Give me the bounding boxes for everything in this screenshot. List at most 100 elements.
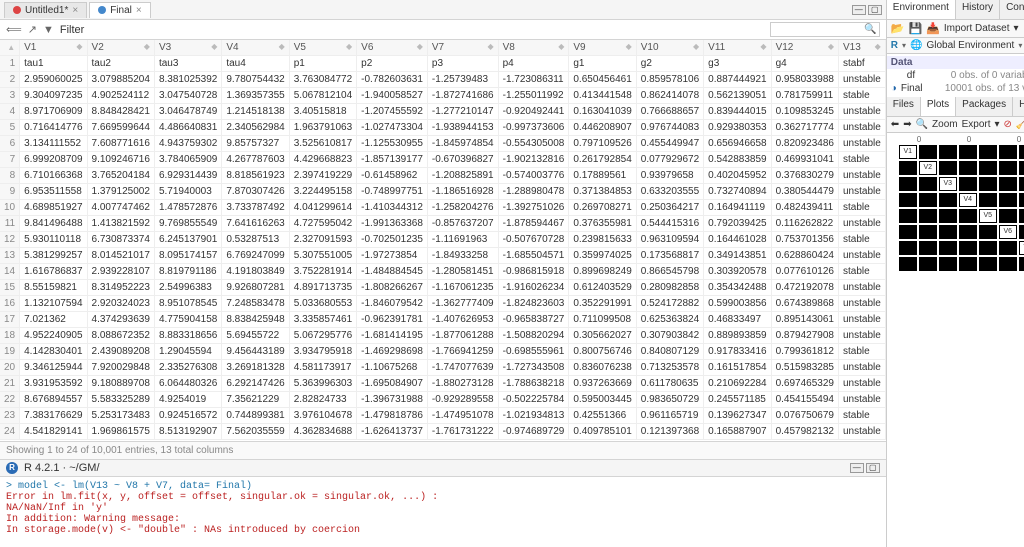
cell[interactable]: -1.508820294	[498, 328, 569, 344]
cell[interactable]: -1.685504571	[498, 248, 569, 264]
cell[interactable]: 6.710166368	[20, 168, 87, 184]
cell[interactable]: 0.889893859	[704, 328, 771, 344]
cell[interactable]: unstable	[838, 72, 885, 88]
cell[interactable]: 0.732740894	[704, 184, 771, 200]
column-header[interactable]: V6 ◆	[357, 40, 428, 56]
cell[interactable]: g4	[771, 56, 838, 72]
cell[interactable]: 4.689851927	[20, 200, 87, 216]
table-row[interactable]: 237.3831766295.2531734830.9245165720.744…	[0, 408, 885, 424]
cell[interactable]: 0.161517854	[704, 360, 771, 376]
column-header[interactable]: V13 ◆	[838, 40, 885, 56]
cell[interactable]: 3.765204184	[87, 168, 154, 184]
cell[interactable]: g1	[569, 56, 636, 72]
cell[interactable]: -0.929289558	[427, 392, 498, 408]
cell[interactable]: 0.239815633	[569, 232, 636, 248]
cell[interactable]: 6.769247099	[222, 248, 289, 264]
cell[interactable]: -1.97273854	[357, 248, 428, 264]
cell[interactable]: 0.839444015	[704, 104, 771, 120]
cell[interactable]: 0.164461028	[704, 232, 771, 248]
cell[interactable]: -0.974689729	[498, 424, 569, 440]
cell[interactable]: 5.930110118	[20, 232, 87, 248]
cell[interactable]: 6.064480326	[154, 376, 221, 392]
import-icon[interactable]: 📥	[926, 22, 940, 35]
cell[interactable]: 0.595003445	[569, 392, 636, 408]
cell[interactable]: -1.484884545	[357, 264, 428, 280]
plots-tab[interactable]: Files	[887, 97, 921, 116]
cell[interactable]: 0.544415316	[636, 216, 703, 232]
zoom-icon[interactable]: 🔍	[916, 119, 928, 130]
env-tab[interactable]: Connections	[1000, 0, 1024, 19]
cell[interactable]: 2.439089208	[87, 344, 154, 360]
cell[interactable]: 8.381025392	[154, 72, 221, 88]
column-header[interactable]: V12 ◆	[771, 40, 838, 56]
cell[interactable]: 0.303920578	[704, 264, 771, 280]
cell[interactable]: 3.079885204	[87, 72, 154, 88]
cell[interactable]: -1.469298698	[357, 344, 428, 360]
column-header[interactable]: V7 ◆	[427, 40, 498, 56]
tab-final[interactable]: Final ×	[89, 2, 151, 18]
cell[interactable]: 0.250364217	[636, 200, 703, 216]
table-row[interactable]: 184.9522409058.0886723528.8833186565.694…	[0, 328, 885, 344]
cell[interactable]: 3.046478749	[154, 104, 221, 120]
cell[interactable]: unstable	[838, 136, 885, 152]
cell[interactable]: 8.088672352	[87, 328, 154, 344]
cell[interactable]: 0.93979658	[636, 168, 703, 184]
cell[interactable]: unstable	[838, 312, 885, 328]
cell[interactable]: 2.959060025	[20, 72, 87, 88]
cell[interactable]: 9.180889708	[87, 376, 154, 392]
cell[interactable]: -1.277210147	[427, 104, 498, 120]
cell[interactable]: -1.766941259	[427, 344, 498, 360]
cell[interactable]: stable	[838, 408, 885, 424]
plots-tab[interactable]: Packages	[956, 97, 1013, 116]
cell[interactable]: 0.650456461	[569, 72, 636, 88]
cell[interactable]: 0.879427908	[771, 328, 838, 344]
cell[interactable]: -0.748997751	[357, 184, 428, 200]
cell[interactable]: 4.952240905	[20, 328, 87, 344]
cell[interactable]: 1.963791063	[289, 120, 356, 136]
cell[interactable]: unstable	[838, 104, 885, 120]
cell[interactable]: 3.752281914	[289, 264, 356, 280]
cell[interactable]: 0.963109594	[636, 232, 703, 248]
cell[interactable]: 0.359974025	[569, 248, 636, 264]
cell[interactable]: -0.670396827	[427, 152, 498, 168]
cell[interactable]: 1.132107594	[20, 296, 87, 312]
cell[interactable]: 8.676894557	[20, 392, 87, 408]
cell[interactable]: 0.371384853	[569, 184, 636, 200]
cell[interactable]: 9.841496488	[20, 216, 87, 232]
cell[interactable]: -1.410344312	[357, 200, 428, 216]
cell[interactable]: 0.859578106	[636, 72, 703, 88]
cell[interactable]: -1.788638218	[498, 376, 569, 392]
table-row[interactable]: 213.9319535929.1808897086.0644803266.292…	[0, 376, 885, 392]
cell[interactable]: 4.374293639	[87, 312, 154, 328]
cell[interactable]: -0.574003776	[498, 168, 569, 184]
cell[interactable]: 6.953511558	[20, 184, 87, 200]
cell[interactable]: 0.924516572	[154, 408, 221, 424]
column-header[interactable]: V8 ◆	[498, 40, 569, 56]
cell[interactable]: 6.929314439	[154, 168, 221, 184]
cell[interactable]: -1.027473304	[357, 120, 428, 136]
cell[interactable]: -1.695084907	[357, 376, 428, 392]
table-row[interactable]: 158.551598218.3149522232.549963839.92680…	[0, 280, 885, 296]
cell[interactable]: 3.335857461	[289, 312, 356, 328]
cell[interactable]: 0.797109526	[569, 136, 636, 152]
cell[interactable]: 0.840807129	[636, 344, 703, 360]
tab-untitled1[interactable]: Untitled1* ×	[4, 2, 87, 18]
cell[interactable]: 5.067295776	[289, 328, 356, 344]
cell[interactable]: 2.939228107	[87, 264, 154, 280]
cell[interactable]: 9.85757327	[222, 136, 289, 152]
cell[interactable]: 1.478572876	[154, 200, 221, 216]
cell[interactable]: 0.305662027	[569, 328, 636, 344]
cell[interactable]: 0.413441548	[569, 88, 636, 104]
cell[interactable]: p1	[289, 56, 356, 72]
cell[interactable]: -1.872741686	[427, 88, 498, 104]
console[interactable]: > model <- lm(V13 ~ V8 + V7, data= Final…	[0, 477, 886, 547]
cell[interactable]: 0.354342488	[704, 280, 771, 296]
cell[interactable]: g3	[704, 56, 771, 72]
cell[interactable]: 3.525610817	[289, 136, 356, 152]
cell[interactable]: 8.095174157	[154, 248, 221, 264]
cell[interactable]: 7.669599644	[87, 120, 154, 136]
cell[interactable]: 0.674389868	[771, 296, 838, 312]
cell[interactable]: 7.920029848	[87, 360, 154, 376]
cell[interactable]: 9.456443189	[222, 344, 289, 360]
cell[interactable]: stable	[838, 232, 885, 248]
